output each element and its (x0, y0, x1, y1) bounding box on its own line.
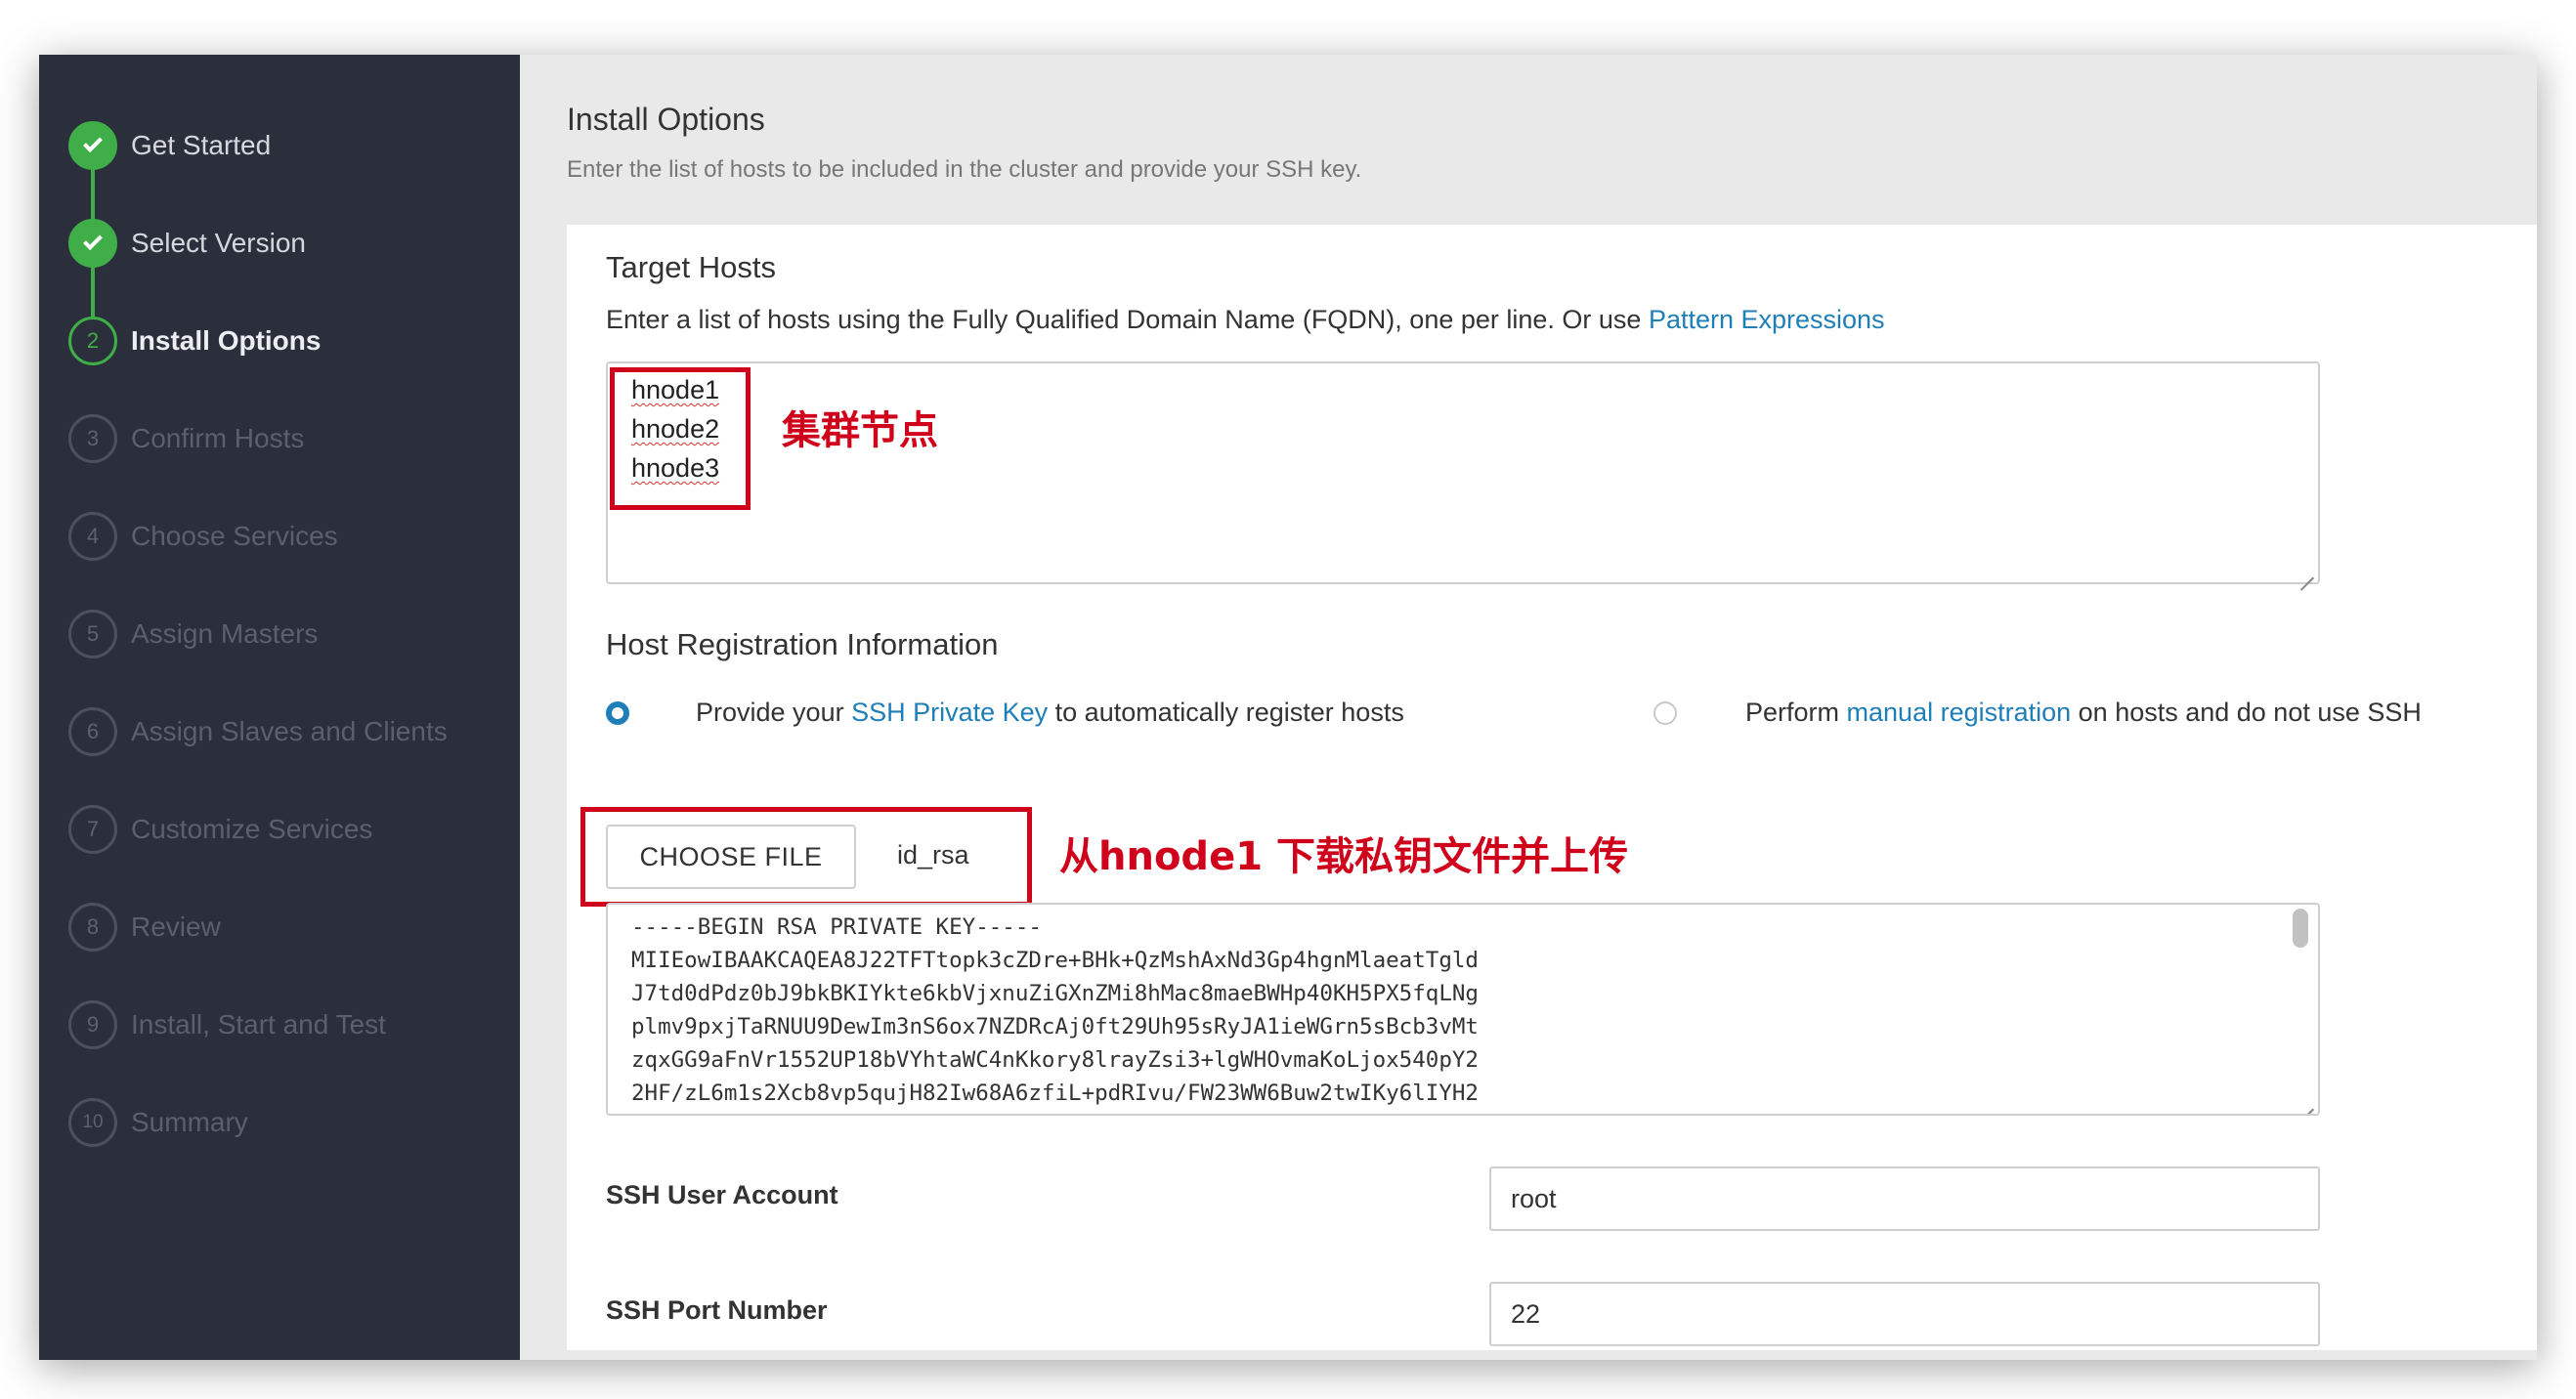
page-subtitle: Enter the list of hosts to be included i… (567, 156, 1362, 183)
description-text: Enter a list of hosts using the Fully Qu… (606, 305, 1649, 334)
key-scrollbar[interactable] (2293, 909, 2308, 948)
step-number: 2 (68, 317, 117, 365)
key-line: -----BEGIN RSA PRIVATE KEY----- (631, 914, 1042, 940)
ssh-user-label: SSH User Account (606, 1180, 838, 1209)
step-label: Review (131, 911, 221, 942)
step-assign-slaves: 6 Assign Slaves and Clients (68, 707, 448, 756)
host-registration-title: Host Registration Information (606, 627, 999, 661)
check-icon (68, 219, 117, 268)
key-line: plmv9pxjTaRNUU9DewIm3nS6ox7NZDRcAj0ft29U… (631, 1014, 1479, 1039)
annotation-box-file (580, 807, 1032, 907)
step-install-options[interactable]: 2 Install Options (68, 317, 321, 365)
step-assign-masters: 5 Assign Masters (68, 610, 318, 658)
ssh-key-textarea[interactable]: -----BEGIN RSA PRIVATE KEY----- MIIEowIB… (606, 903, 2320, 1116)
ssh-port-label: SSH Port Number (606, 1295, 828, 1325)
step-label: Select Version (131, 228, 306, 258)
key-line: MIIEowIBAAKCAQEA8J22TFTtopk3cZDre+BHk+Qz… (631, 948, 1479, 973)
manual-registration-link[interactable]: manual registration (1847, 698, 2072, 727)
step-customize-services: 7 Customize Services (68, 805, 372, 854)
wizard-sidebar: Get Started Select Version 2 Install Opt… (39, 55, 520, 1360)
step-label: Summary (131, 1107, 248, 1137)
page-title: Install Options (567, 102, 765, 137)
step-confirm-hosts: 3 Confirm Hosts (68, 414, 304, 463)
option-text: Perform (1745, 698, 1847, 727)
step-number: 5 (68, 610, 117, 658)
ssh-user-input[interactable]: root (1489, 1166, 2320, 1231)
ssh-private-key-link[interactable]: SSH Private Key (851, 698, 1048, 727)
option-text: on hosts and do not use SSH (2071, 698, 2422, 727)
key-line: zqxGG9aFnVr1552UP18bVYhtaWC4nKkory8lrayZ… (631, 1047, 1479, 1073)
step-number: 3 (68, 414, 117, 463)
step-label: Choose Services (131, 521, 338, 551)
step-get-started[interactable]: Get Started (68, 121, 271, 170)
target-hosts-textarea[interactable]: hnode1 hnode2 hnode3 (606, 361, 2320, 584)
step-select-version[interactable]: Select Version (68, 219, 306, 268)
ssh-port-input[interactable]: 22 (1489, 1282, 2320, 1346)
main-panel: Install Options Enter the list of hosts … (520, 55, 2537, 1360)
step-install-start-test: 9 Install, Start and Test (68, 1000, 386, 1049)
step-number: 4 (68, 512, 117, 561)
step-number: 7 (68, 805, 117, 854)
key-line: 2HF/zL6m1s2Xcb8vp5qujH82Iw68A6zfiL+pdRIv… (631, 1081, 1479, 1106)
pattern-expressions-link[interactable]: Pattern Expressions (1649, 305, 1885, 334)
resize-grip-icon[interactable] (2298, 1094, 2314, 1110)
target-hosts-title: Target Hosts (606, 250, 777, 284)
step-summary: 10 Summary (68, 1098, 248, 1147)
install-options-card: Target Hosts Enter a list of hosts using… (567, 225, 2537, 1350)
option-text: to automatically register hosts (1048, 698, 1404, 727)
step-number: 8 (68, 903, 117, 952)
step-number: 10 (68, 1098, 117, 1147)
ssh-key-radio[interactable] (606, 701, 629, 725)
key-line: J7td0dPdz0bJ9bkBKIYkte6kbVjxnuZiGXnZMi8h… (631, 981, 1479, 1006)
step-number: 9 (68, 1000, 117, 1049)
annotation-hosts: 集群节点 (782, 408, 938, 453)
manual-option-label[interactable]: Perform manual registration on hosts and… (1745, 698, 2422, 728)
annotation-box-hosts (610, 367, 751, 510)
step-label: Assign Masters (131, 618, 319, 649)
target-hosts-description: Enter a list of hosts using the Fully Qu… (606, 305, 1885, 335)
resize-grip-icon[interactable] (2298, 563, 2314, 578)
annotation-file: 从hnode1 下载私钥文件并上传 (1059, 834, 1628, 879)
step-label: Assign Slaves and Clients (131, 716, 448, 746)
step-review: 8 Review (68, 903, 221, 952)
step-choose-services: 4 Choose Services (68, 512, 338, 561)
app-window: Get Started Select Version 2 Install Opt… (39, 55, 2537, 1360)
step-number: 6 (68, 707, 117, 756)
step-label: Customize Services (131, 814, 373, 844)
step-label: Get Started (131, 130, 272, 160)
step-label: Confirm Hosts (131, 423, 305, 453)
step-label: Install, Start and Test (131, 1009, 386, 1039)
option-text: Provide your (696, 698, 852, 727)
step-label: Install Options (131, 325, 322, 356)
manual-registration-radio[interactable] (1653, 701, 1677, 725)
ssh-key-option-label[interactable]: Provide your SSH Private Key to automati… (696, 698, 1404, 728)
check-icon (68, 121, 117, 170)
